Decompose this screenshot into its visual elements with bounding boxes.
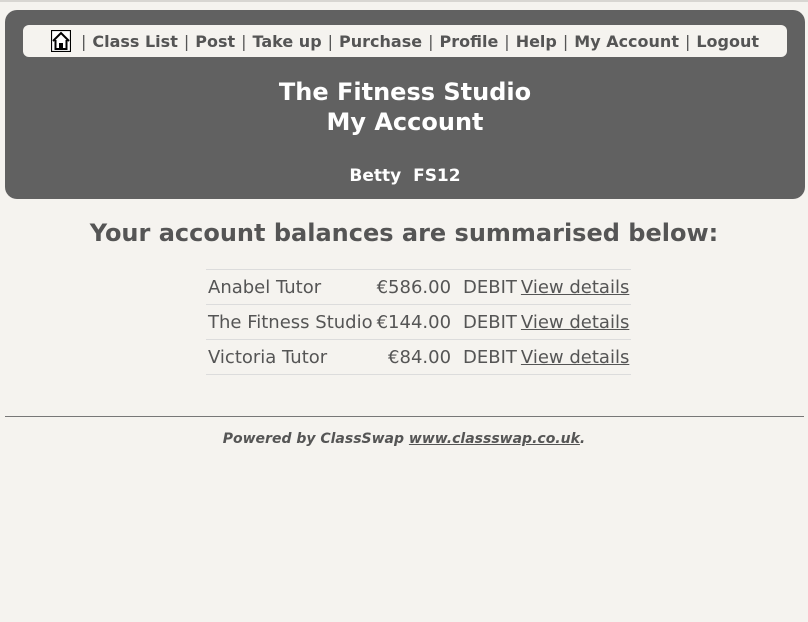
page-name: My Account	[326, 108, 484, 136]
view-details-link[interactable]: View details	[521, 347, 629, 368]
nav-help[interactable]: Help	[516, 32, 557, 51]
account-amount: €586.00	[374, 269, 462, 305]
table-row: Victoria Tutor €84.00 DEBIT View details	[206, 339, 632, 375]
balances-table: Anabel Tutor €586.00 DEBIT View details …	[206, 269, 632, 375]
view-details-link[interactable]: View details	[521, 277, 629, 298]
user-info: Betty FS12	[5, 166, 805, 186]
classswap-link[interactable]: www.classswap.co.uk	[409, 431, 580, 447]
footer-divider	[5, 416, 804, 417]
nav-logout[interactable]: Logout	[696, 32, 759, 51]
page-title: The Fitness Studio My Account	[5, 77, 805, 137]
top-border	[0, 0, 808, 2]
nav-my-account[interactable]: My Account	[574, 32, 679, 51]
nav-take-up[interactable]: Take up	[253, 32, 322, 51]
page-header: | Class List | Post | Take up | Purchase…	[5, 10, 805, 199]
summary-heading: Your account balances are summarised bel…	[89, 219, 719, 247]
footer-period: .	[579, 431, 586, 447]
account-name: The Fitness Studio	[206, 304, 375, 340]
account-type: DEBIT	[461, 339, 519, 375]
user-code: FS12	[413, 166, 461, 186]
account-type: DEBIT	[461, 304, 519, 340]
nav-bar: | Class List | Post | Take up | Purchase…	[23, 25, 787, 57]
footer: Powered by ClassSwap www.classswap.co.uk…	[0, 431, 808, 447]
nav-post[interactable]: Post	[195, 32, 235, 51]
home-icon[interactable]	[50, 29, 72, 53]
view-details-link[interactable]: View details	[521, 312, 629, 333]
table-row: The Fitness Studio €144.00 DEBIT View de…	[206, 304, 632, 340]
account-amount: €144.00	[374, 304, 462, 340]
powered-by-text: Powered by ClassSwap	[222, 431, 405, 447]
nav-profile[interactable]: Profile	[439, 32, 498, 51]
account-name: Victoria Tutor	[206, 339, 375, 375]
nav-class-list[interactable]: Class List	[92, 32, 178, 51]
site-name: The Fitness Studio	[278, 78, 532, 106]
account-amount: €84.00	[374, 339, 462, 375]
account-type: DEBIT	[461, 269, 519, 305]
table-row: Anabel Tutor €586.00 DEBIT View details	[206, 269, 632, 305]
account-name: Anabel Tutor	[206, 269, 375, 305]
nav-purchase[interactable]: Purchase	[339, 32, 422, 51]
user-name: Betty	[349, 166, 402, 186]
